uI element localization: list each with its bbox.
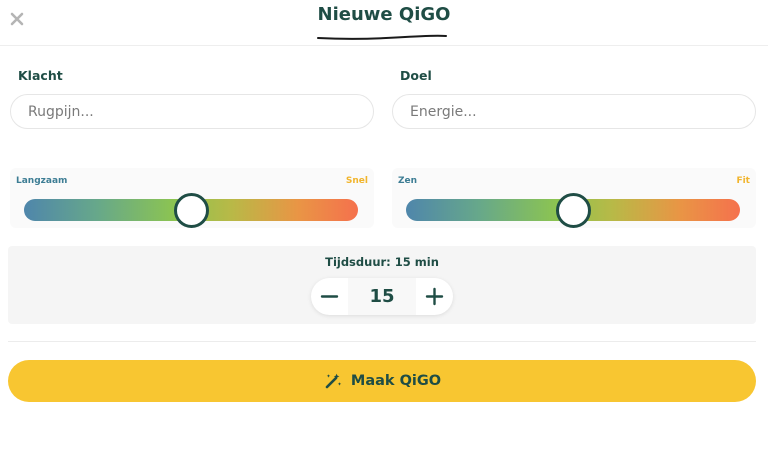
divider	[8, 341, 756, 342]
mood-slider-max-label: Fit	[736, 176, 750, 186]
make-qigo-button[interactable]: Maak QiGO	[8, 360, 756, 402]
minus-icon	[320, 295, 339, 298]
page-title: Nieuwe QiGO	[317, 4, 451, 25]
header-bar: Nieuwe QiGO	[0, 0, 768, 46]
duration-value[interactable]: 15	[348, 278, 416, 315]
speed-slider-thumb[interactable]	[173, 193, 209, 228]
speed-slider-max-label: Snel	[345, 176, 368, 186]
duration-stepper: 15	[311, 278, 453, 315]
mood-slider-thumb[interactable]	[555, 193, 591, 228]
make-qigo-label: Maak QiGO	[350, 373, 442, 389]
speed-slider-min-label: Langzaam	[16, 176, 68, 186]
complaint-input[interactable]	[10, 94, 374, 129]
mood-slider: Zen Fit	[392, 168, 756, 228]
increase-duration-button[interactable]	[416, 278, 453, 315]
speed-slider: Langzaam Snel	[10, 168, 374, 228]
title-underline	[317, 34, 447, 40]
decrease-duration-button[interactable]	[311, 278, 348, 315]
duration-panel: Tijdsduur: 15 min 15	[8, 246, 756, 324]
goal-label: Doel	[400, 68, 432, 83]
mood-slider-min-label: Zen	[398, 176, 418, 186]
complaint-label: Klacht	[18, 68, 63, 83]
magic-wand-icon	[323, 371, 343, 391]
goal-input[interactable]	[392, 94, 756, 129]
plus-icon	[425, 287, 444, 306]
duration-label: Tijdsduur: 15 min	[325, 255, 439, 269]
